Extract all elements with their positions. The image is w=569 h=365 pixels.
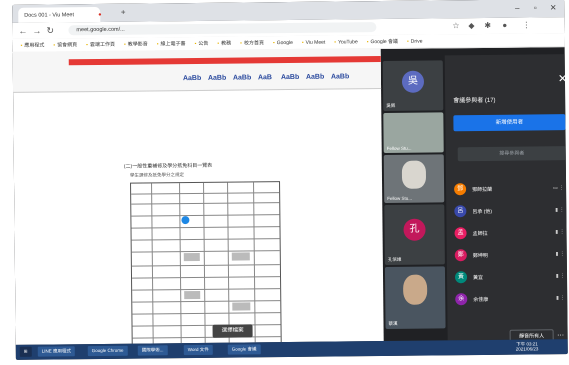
start-icon[interactable]: ⊞ xyxy=(19,346,32,357)
select-file-button[interactable]: 選擇檔案 xyxy=(212,324,253,338)
participant-name: 呂承 (他) xyxy=(472,208,493,216)
bookmark[interactable]: YouTube xyxy=(334,39,358,45)
menu-icon[interactable]: ⋮ xyxy=(522,20,530,29)
bookmark[interactable]: 公告 xyxy=(195,40,208,47)
bookmark[interactable]: Google xyxy=(273,39,293,45)
ribbon-highlight xyxy=(68,56,381,66)
mic-off-icon[interactable]: ▮ ⋮ xyxy=(556,251,565,257)
reload-icon[interactable]: ↻ xyxy=(46,25,54,36)
mic-off-icon[interactable]: ▮ ⋮ xyxy=(556,295,565,301)
tab-label: Docs 001 - Viu Meet xyxy=(24,11,75,19)
back-icon[interactable]: ← xyxy=(18,26,27,36)
avatar: 鄭 xyxy=(454,249,467,262)
bookmark[interactable]: Google 會議 xyxy=(367,38,398,45)
bookmark[interactable]: 應用程式 xyxy=(21,42,44,49)
bookmark[interactable]: 教學影音 xyxy=(124,40,148,47)
minimize-button[interactable]: – xyxy=(510,4,524,13)
clock-date: 2021/06/23 xyxy=(515,346,539,352)
style-preset[interactable]: AaBb xyxy=(183,75,201,82)
participant-row[interactable]: 孟 孟師拉 ▮ ⋮ xyxy=(454,226,567,241)
tile-name: 吳佩 xyxy=(386,102,396,108)
puzzle-icon[interactable]: ✱ xyxy=(484,21,491,30)
taskbar-item[interactable]: LINE 應用程式 xyxy=(37,346,76,357)
new-tab-button[interactable]: + xyxy=(116,8,130,17)
taskbar-item[interactable]: 國際學術... xyxy=(137,345,168,356)
video-tile[interactable]: Fellow Stu... xyxy=(383,112,444,154)
document-table xyxy=(130,181,282,347)
avatar: 鄧 xyxy=(454,183,467,196)
close-window-button[interactable]: ✕ xyxy=(546,3,560,12)
mic-off-icon[interactable]: ▮ ⋮ xyxy=(556,273,565,279)
system-clock: 下午 03:21 2021/06/23 xyxy=(516,341,539,351)
meet-tab-icon: ● xyxy=(98,11,102,18)
bookmark[interactable]: 雲端工作頁 xyxy=(86,41,115,48)
avatar: 黃 xyxy=(454,271,468,284)
participant-row[interactable]: 鄧 鄧師拉蘭 ▭ ⋮ xyxy=(454,182,566,197)
panel-title: 會議參與者 (17) xyxy=(453,97,496,105)
tab-docs[interactable]: Docs 001 - Viu Meet xyxy=(18,6,101,23)
style-preset[interactable]: AaBb xyxy=(281,74,299,81)
taskbar-item[interactable]: Google Chrome xyxy=(87,345,128,357)
style-preset[interactable]: AaBb xyxy=(233,74,251,81)
add-people-button[interactable]: 新增使用者 xyxy=(453,114,566,132)
style-preset[interactable]: AaBb xyxy=(208,75,226,82)
search-participants-input[interactable]: 搜尋參與者 xyxy=(457,146,566,162)
forward-icon[interactable]: → xyxy=(32,26,41,36)
extension-icon[interactable]: ◆ xyxy=(468,21,474,30)
taskbar-item[interactable]: Google 會議 xyxy=(227,344,261,355)
style-preset[interactable]: AaB xyxy=(258,74,272,81)
tile-name: Fellow Stu... xyxy=(386,145,412,151)
mic-icon[interactable]: ▭ ⋮ xyxy=(553,185,564,191)
participant-row[interactable]: 鄭 鄭坤明 ▮ ⋮ xyxy=(454,248,567,263)
avatar: 孔 xyxy=(403,218,426,241)
url-field[interactable]: meet.google.com/... xyxy=(68,22,377,36)
bookmark[interactable]: 協會網頁 xyxy=(53,41,77,48)
participant-row[interactable]: 黃 黃宜 ▮ ⋮ xyxy=(454,270,567,285)
profile-icon[interactable]: ● xyxy=(502,21,507,30)
style-preset[interactable]: AaBb xyxy=(306,74,324,81)
participants-panel: ✕ 會議參與者 (17) 新增使用者 搜尋參與者 鄧 鄧師拉蘭 ▭ ⋮ 呂 呂承… xyxy=(444,54,568,345)
star-icon[interactable]: ☆ xyxy=(452,21,459,30)
video-tile[interactable]: 孔 孔信維 xyxy=(384,204,445,266)
participant-name: 鄧師拉蘭 xyxy=(472,186,493,194)
mic-off-icon[interactable]: ▮ ⋮ xyxy=(555,207,564,213)
tile-name: 孔信維 xyxy=(387,256,402,262)
maximize-button[interactable]: ▫ xyxy=(528,3,542,12)
avatar: 孟 xyxy=(454,227,467,240)
tile-name: 蔡漢 xyxy=(388,320,398,326)
taskbar-item[interactable]: Word 文件 xyxy=(183,344,213,356)
document-heading: (二)一般性重補修及學分抵免科目一覽表 xyxy=(123,162,213,170)
video-tile[interactable]: 蔡漢 xyxy=(384,266,446,330)
participant-row[interactable]: 余 余佳康 ▮ ⋮ xyxy=(455,292,567,307)
video-tile[interactable]: Fellow Stu... xyxy=(383,154,445,204)
bookmark[interactable]: Viu Meet xyxy=(302,39,326,45)
participant-row[interactable]: 呂 呂承 (他) ▮ ⋮ xyxy=(454,204,566,219)
word-ribbon: AaBb AaBb AaBb AaB AaBb AaBb AaBb xyxy=(12,48,382,93)
participant-name: 余佳康 xyxy=(473,296,489,304)
avatar: 吳 xyxy=(401,70,425,93)
screen: Docs 001 - Viu Meet ● + – ▫ ✕ ← → ↻ meet… xyxy=(12,0,568,360)
participant-name: 鄭坤明 xyxy=(472,252,488,260)
bookmark[interactable]: Drive xyxy=(407,38,423,44)
style-preset[interactable]: AaBb xyxy=(331,73,349,80)
avatar: 余 xyxy=(455,293,468,306)
participant-name: 孟師拉 xyxy=(472,230,488,238)
document-subheading: 學生選修及抵免學分之規定 xyxy=(129,172,184,178)
video-tile[interactable]: 吳 吳佩 xyxy=(382,60,444,112)
shared-screen-document: AaBb AaBb AaBb AaB AaBb AaBb AaBb (二)一般性… xyxy=(12,48,384,347)
close-icon[interactable]: ✕ xyxy=(558,72,567,85)
bookmark[interactable]: 線上電子書 xyxy=(157,40,186,47)
mic-off-icon[interactable]: ▮ ⋮ xyxy=(555,229,564,235)
bookmark[interactable]: 校方首頁 xyxy=(240,39,264,46)
tile-name: Fellow Stu... xyxy=(387,195,412,201)
participant-name: 黃宜 xyxy=(473,274,484,282)
bookmark[interactable]: 教務 xyxy=(217,40,231,47)
avatar: 呂 xyxy=(454,205,467,218)
